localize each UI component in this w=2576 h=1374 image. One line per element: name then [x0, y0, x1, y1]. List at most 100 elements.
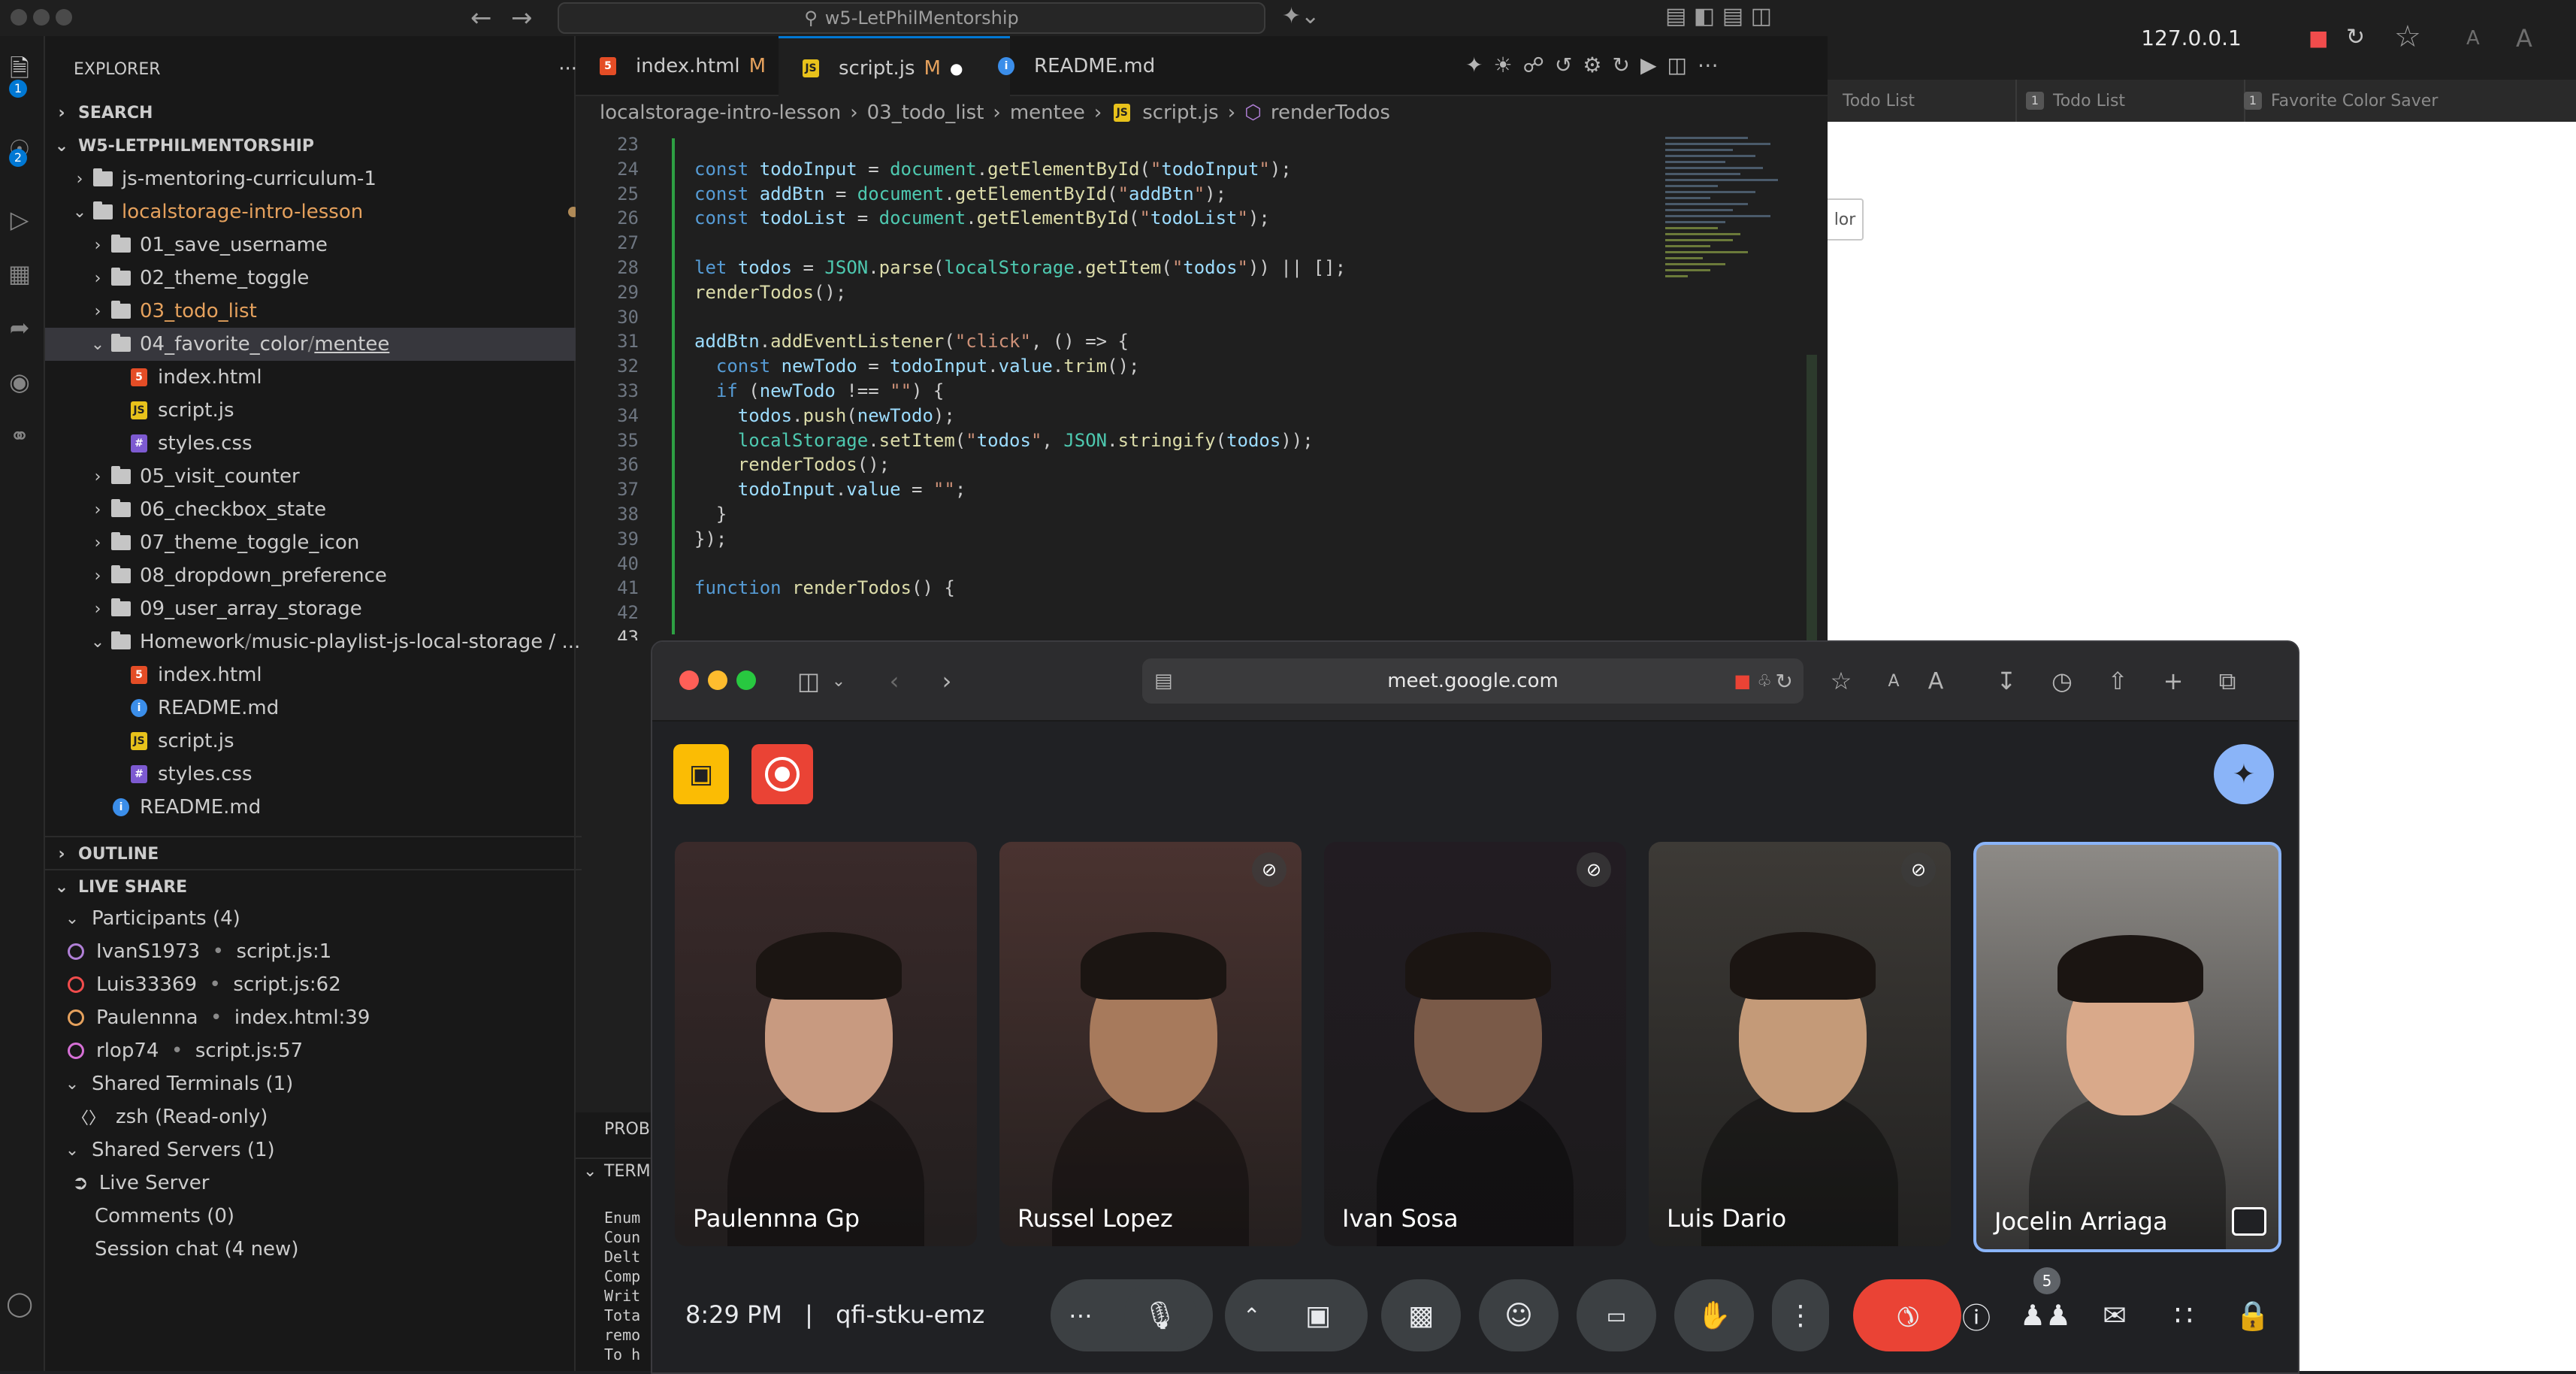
breadcrumb-item[interactable]: 03_todo_list [867, 101, 984, 124]
effects-button[interactable]: ✦ [2214, 744, 2274, 804]
participant-item[interactable]: rlop74 • script.js:57 [45, 1034, 574, 1067]
code-line[interactable]: let todos = JSON.parse(localStorage.getI… [694, 257, 1346, 278]
live-share-icon[interactable]: ➦ [3, 311, 36, 344]
browser-tab[interactable]: 1 Favorite Color Saver [2218, 80, 2576, 122]
present-button[interactable]: ▩ [1381, 1279, 1461, 1351]
chevron-up-icon[interactable]: ⌃ [1243, 1303, 1260, 1328]
comments-item[interactable]: Comments (0) [45, 1200, 624, 1233]
editor-actions-icon[interactable]: ✦☀☍↺⚙↻▶◫⋯ [1465, 53, 1729, 77]
breadcrumb-item[interactable]: localstorage-intro-lesson [600, 101, 841, 124]
code-line[interactable]: todos.push(newTodo); [694, 405, 955, 426]
tab-overview-icon[interactable]: ⧉ [2211, 664, 2244, 698]
problems-tab[interactable]: PROB [604, 1120, 650, 1139]
recording-indicator-button[interactable] [751, 744, 813, 804]
github-icon[interactable]: ◉ [3, 365, 36, 398]
meet-url-bar[interactable]: ▤ meet.google.com ■ ♧ ↻ [1142, 658, 1804, 704]
page-menu-icon[interactable]: ▤ [1154, 670, 1173, 692]
shared-servers-group[interactable]: ⌄ Shared Servers (1) [45, 1133, 592, 1167]
page-button[interactable]: lor [1828, 198, 1864, 241]
chevron-down-icon[interactable]: ⌄ [583, 1162, 597, 1181]
code-line[interactable]: renderTodos(); [694, 454, 890, 475]
participants-group[interactable]: ⌄ Participants (4) [45, 902, 592, 935]
editor-scrollbar[interactable] [1807, 129, 1817, 640]
sidebar-toggle-icon[interactable]: ◫ [792, 664, 825, 698]
pin-tile-icon[interactable] [2232, 1207, 2266, 1236]
breadcrumb-item[interactable]: renderTodos [1271, 101, 1390, 124]
breadcrumb-item[interactable]: script.js [1142, 101, 1219, 124]
tree-item[interactable]: › 08_dropdown_preference [45, 559, 618, 592]
translate-icon[interactable]: ♧ [1757, 672, 1772, 691]
tree-item[interactable]: # styles.css [45, 758, 636, 791]
tree-item[interactable]: ⌄ localstorage-intro-lesson [45, 195, 600, 228]
participant-tile[interactable]: Paulennna Gp [675, 842, 977, 1246]
tree-item[interactable]: i README.md [45, 791, 618, 824]
reactions-button[interactable]: ☺ [1479, 1279, 1559, 1351]
audio-options-icon[interactable]: ⋯ [1069, 1301, 1093, 1330]
code-line[interactable]: if (newTodo !== "") { [694, 380, 944, 401]
forward-arrow-icon[interactable]: › [930, 664, 963, 698]
reload-icon[interactable]: ↻ [2346, 24, 2365, 50]
tree-item[interactable]: › 07_theme_toggle_icon [45, 526, 618, 559]
chevron-down-icon[interactable]: ⌄ [822, 664, 855, 698]
forward-arrow-icon[interactable]: → [511, 3, 533, 33]
tree-item[interactable]: ⌄ Homework / music-playlist-js-local-stor… [45, 625, 618, 658]
workspace-root[interactable]: ⌄ W5-LETPHILMENTORSHIP [45, 129, 582, 162]
code-line[interactable]: function renderTodos() { [694, 577, 955, 598]
outline-section[interactable]: › OUTLINE [45, 836, 582, 870]
code-line[interactable]: localStorage.setItem("todos", JSON.strin… [694, 430, 1314, 451]
code-line[interactable]: todoInput.value = ""; [694, 479, 966, 500]
code-editor[interactable]: 23 24 25 26 27 28 29 30 31 32 33 34 35 36 37 38 39 40 41 42… [576, 129, 1828, 640]
tree-item[interactable]: › 01_save_username [45, 228, 618, 262]
minimize-window-button[interactable] [708, 670, 727, 690]
more-options-button[interactable]: ⋮ [1772, 1279, 1829, 1351]
camera-button[interactable]: ▣ [1282, 1279, 1354, 1351]
text-smaller-icon[interactable]: A [1877, 664, 1910, 698]
code-line[interactable]: } [694, 504, 727, 525]
code-line[interactable]: addBtn.addEventListener("click", () => { [694, 331, 1129, 352]
close-window-button[interactable] [679, 670, 699, 690]
history-icon[interactable]: ◷ [2045, 664, 2079, 698]
host-controls-button[interactable]: 🔒 [2229, 1291, 2277, 1339]
code-line[interactable]: const todoList = document.getElementById… [694, 207, 1270, 228]
meeting-details-button[interactable]: ⓘ [1952, 1291, 2000, 1339]
layout-controls-icon[interactable]: ▤ ◧ ▤ ◫ [1665, 3, 1772, 29]
code-line[interactable]: const newTodo = todoInput.value.trim(); [694, 356, 1140, 377]
live-share-section[interactable]: ⌄ LIVE SHARE [45, 869, 582, 903]
chat-button[interactable]: ✉ [2091, 1291, 2139, 1339]
participant-tile[interactable]: Jocelin Arriaga [1973, 842, 2281, 1252]
tree-item[interactable]: › 05_visit_counter [45, 460, 618, 493]
terminal-tab[interactable]: TERM [604, 1162, 651, 1181]
tree-item[interactable]: i README.md [45, 692, 636, 725]
shared-terminals-group[interactable]: ⌄ Shared Terminals (1) [45, 1067, 592, 1100]
new-tab-icon[interactable]: + [2157, 664, 2190, 698]
editor-tab[interactable]: i README.md [974, 36, 1198, 96]
close-window-button[interactable] [11, 9, 27, 26]
code-line[interactable]: renderTodos(); [694, 282, 846, 303]
tree-item[interactable]: › js-mentoring-curriculum-1 [45, 162, 600, 195]
extensions-icon[interactable]: ▦ [3, 257, 36, 290]
text-smaller-icon[interactable]: A [2466, 27, 2480, 50]
code-line[interactable]: const addBtn = document.getElementById("… [694, 183, 1226, 204]
browser-address[interactable]: 127.0.0.1 [2048, 26, 2334, 50]
share-icon[interactable]: ⇧ [2101, 664, 2134, 698]
minimap[interactable] [1653, 129, 1804, 640]
browser-tab[interactable]: Todo List [1828, 80, 2017, 122]
participant-item[interactable]: IvanS1973 • script.js:1 [45, 935, 574, 968]
tree-item[interactable]: › 06_checkbox_state [45, 493, 618, 526]
tree-item[interactable]: › 02_theme_toggle [45, 262, 618, 295]
tree-item[interactable]: 5 index.html [45, 658, 636, 692]
participant-tile[interactable]: ⊘ Luis Dario [1649, 842, 1951, 1246]
code-line[interactable]: const todoInput = document.getElementByI… [694, 159, 1292, 180]
back-arrow-icon[interactable]: ‹ [878, 664, 911, 698]
downloads-icon[interactable]: ↧ [1990, 664, 2023, 698]
people-button[interactable]: ♟♟ [2020, 1291, 2071, 1339]
tree-item[interactable]: ⌄ 04_favorite_color / mentee [45, 328, 618, 361]
raise-hand-button[interactable]: ✋ [1674, 1279, 1754, 1351]
command-center[interactable]: ⚲ w5-LetPhilMentorship [558, 2, 1265, 34]
scrollbar-thumb[interactable] [1807, 355, 1817, 640]
favorite-star-icon[interactable]: ☆ [2394, 20, 2421, 54]
tree-item[interactable]: # styles.css [45, 427, 636, 460]
explorer-more-button[interactable]: ··· [558, 58, 577, 80]
leave-call-button[interactable]: ✆ [1853, 1279, 1961, 1351]
copilot-icon[interactable]: ✦⌄ [1282, 3, 1320, 29]
